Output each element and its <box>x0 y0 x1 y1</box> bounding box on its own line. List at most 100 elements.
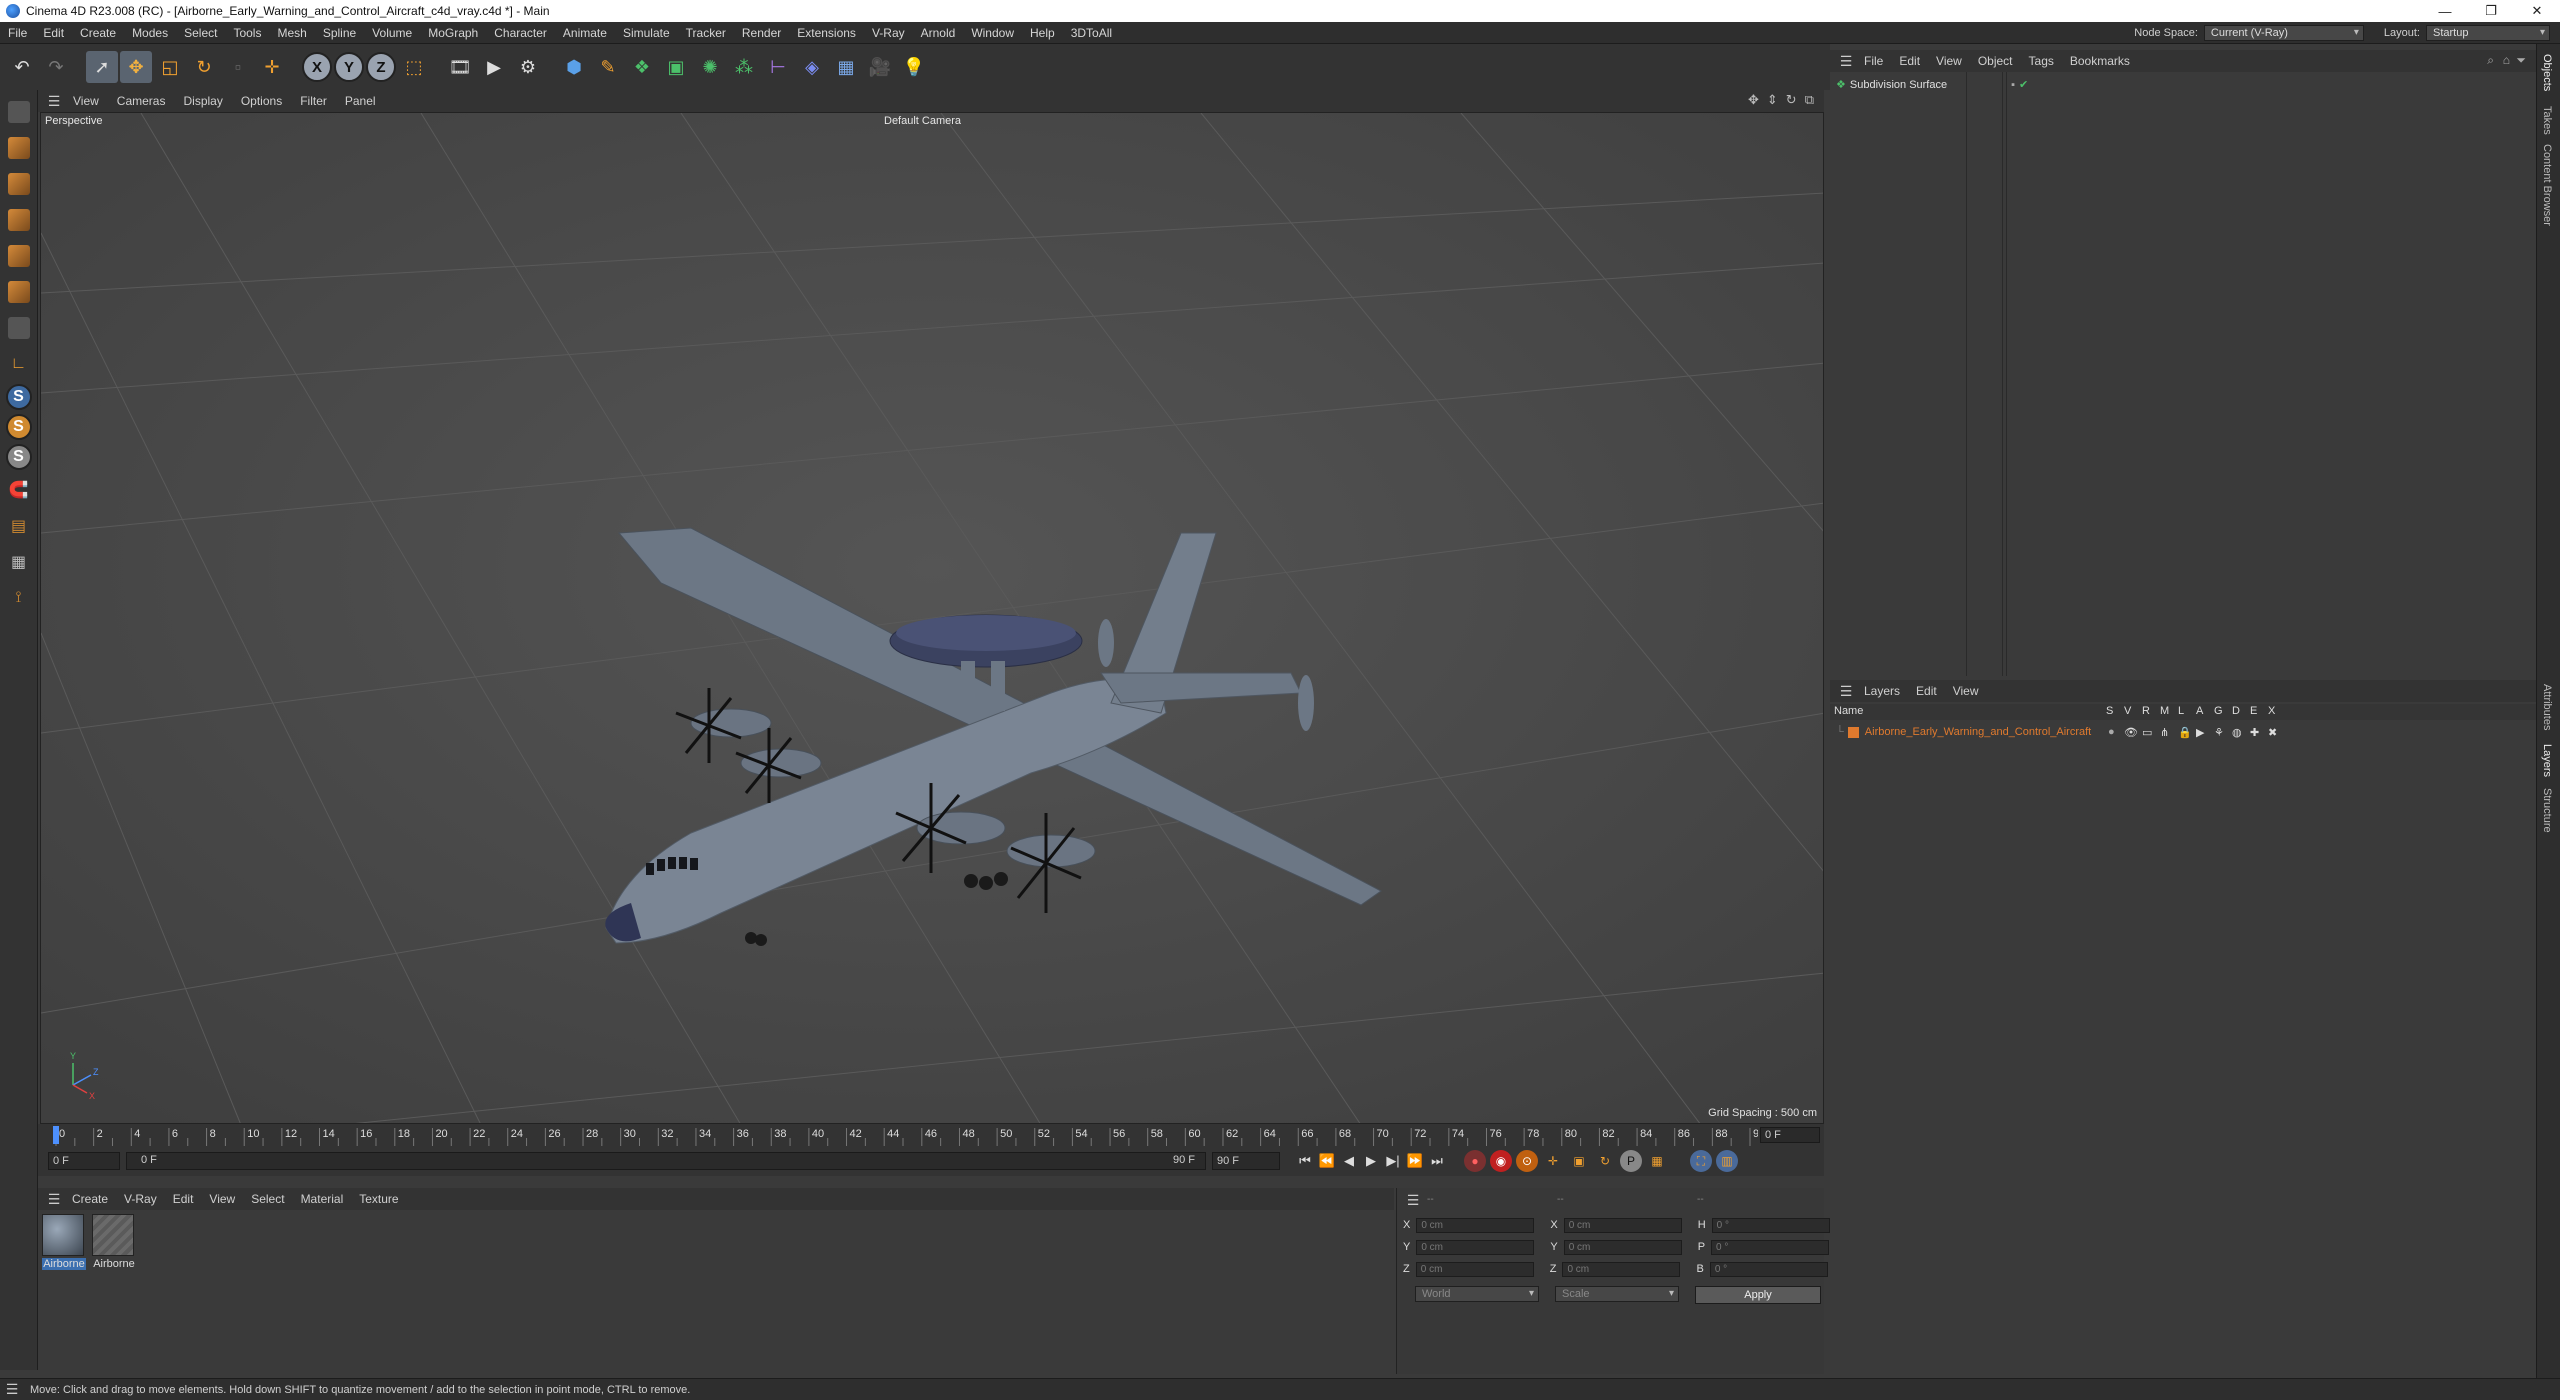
material-menu-material[interactable]: Material <box>293 1192 352 1206</box>
menu-spline[interactable]: Spline <box>315 22 364 44</box>
menu-select[interactable]: Select <box>176 22 225 44</box>
undo-icon[interactable]: ↶ <box>6 51 38 83</box>
layer-locked-icon[interactable]: 🔒 <box>2178 726 2192 739</box>
menu-create[interactable]: Create <box>72 22 124 44</box>
material-menu-view[interactable]: View <box>201 1192 243 1206</box>
close-button[interactable]: ✕ <box>2514 0 2560 22</box>
cloner-icon[interactable]: ✺ <box>694 51 726 83</box>
autokey-icon[interactable]: ◉ <box>1490 1150 1512 1172</box>
orbit-icon[interactable]: ↻ <box>1786 92 1797 108</box>
pos-x-field[interactable]: 0 cm <box>1416 1217 1535 1233</box>
workplane-icon[interactable]: ∟ <box>4 348 34 380</box>
recent-tool-icon[interactable]: ▫ <box>222 51 254 83</box>
magnet-icon[interactable]: 🧲 <box>4 474 34 506</box>
coordinate-space-dropdown[interactable]: World <box>1415 1286 1539 1302</box>
mograph-icon[interactable]: ⁂ <box>728 51 760 83</box>
size-x-field[interactable]: 0 cm <box>1563 1217 1682 1233</box>
pan-icon[interactable]: ✥ <box>1748 92 1759 108</box>
size-z-field[interactable]: 0 cm <box>1562 1261 1681 1277</box>
layer-generators-icon[interactable]: ⚘ <box>2214 726 2224 739</box>
y-axis-lock-icon[interactable]: Y <box>334 52 364 82</box>
menu-volume[interactable]: Volume <box>364 22 420 44</box>
scale-key-icon[interactable]: ▣ <box>1568 1150 1590 1172</box>
object-menu-tags[interactable]: Tags <box>2021 54 2062 68</box>
next-keyframe-icon[interactable]: ⏩ <box>1404 1150 1426 1172</box>
texture-mode-icon[interactable] <box>7 173 30 195</box>
object-menu-edit[interactable]: Edit <box>1891 54 1928 68</box>
previous-keyframe-icon[interactable]: ⏪ <box>1316 1150 1338 1172</box>
solo-off-icon[interactable]: S <box>5 444 32 470</box>
menu-3dtoall[interactable]: 3DToAll <box>1063 22 1120 44</box>
cube-primitive-icon[interactable]: ⬢ <box>558 51 590 83</box>
rot-h-field[interactable]: 0 ° <box>1711 1217 1830 1233</box>
coordinate-system-icon[interactable]: ⬚ <box>398 51 430 83</box>
rot-p-field[interactable]: 0 ° <box>1711 1239 1830 1255</box>
rotate-tool-icon[interactable]: ↻ <box>188 51 220 83</box>
layer-row[interactable]: └ Airborne_Early_Warning_and_Control_Air… <box>1830 724 2536 740</box>
end-frame-field[interactable]: 90 F <box>1212 1152 1280 1170</box>
tab-layers[interactable]: Layers <box>2541 744 2553 777</box>
tab-structure[interactable]: Structure <box>2541 788 2553 833</box>
coordinate-mode-dropdown[interactable]: Scale <box>1555 1286 1679 1302</box>
menu-mesh[interactable]: Mesh <box>269 22 314 44</box>
pla-key-icon[interactable]: ▦ <box>1646 1150 1668 1172</box>
grid-snap-icon[interactable]: ▦ <box>4 546 34 578</box>
menu-extensions[interactable]: Extensions <box>789 22 864 44</box>
object-menu-bookmarks[interactable]: Bookmarks <box>2062 54 2138 68</box>
layer-view-icon[interactable]: 👁 <box>2124 726 2138 739</box>
frame-range-slider[interactable]: 0 F 90 F <box>126 1152 1206 1170</box>
layout-dropdown[interactable]: Startup <box>2426 25 2550 41</box>
go-to-start-icon[interactable]: ⏮ <box>1294 1150 1316 1172</box>
viewport-menu-cameras[interactable]: Cameras <box>108 94 175 108</box>
perspective-viewport[interactable]: Y Z X Perspective Default Camera Grid Sp… <box>40 112 1824 1124</box>
layers-menu-view[interactable]: View <box>1945 684 1987 698</box>
scale-tool-icon[interactable]: ◱ <box>154 51 186 83</box>
menu-help[interactable]: Help <box>1022 22 1063 44</box>
material-menu-vray[interactable]: V-Ray <box>116 1192 165 1206</box>
layer-solo-icon[interactable]: ● <box>2108 726 2115 738</box>
object-menu-object[interactable]: Object <box>1970 54 2021 68</box>
timeline-ruler[interactable]: 0 2 4 6 8 10 12 14 16 18 20 22 24 26 28 30 32 34 36 38 40 42 4… <box>38 1124 1824 1146</box>
menu-mograph[interactable]: MoGraph <box>420 22 486 44</box>
coordinates-menu-icon[interactable]: ☰ <box>1403 1192 1423 1209</box>
dolly-icon[interactable]: ⇕ <box>1767 92 1778 108</box>
pen-spline-icon[interactable]: ✎ <box>592 51 624 83</box>
maximize-icon[interactable]: ⧉ <box>1805 92 1814 108</box>
object-search-icon[interactable]: ⌕ <box>2487 53 2494 68</box>
keyframe-selection-icon[interactable]: ⊙ <box>1516 1150 1538 1172</box>
previous-frame-icon[interactable]: ◀ <box>1338 1150 1360 1172</box>
model-mode-icon[interactable] <box>7 137 30 159</box>
pos-z-field[interactable]: 0 cm <box>1415 1261 1534 1277</box>
parameter-key-icon[interactable]: P <box>1620 1150 1642 1172</box>
start-frame-field[interactable]: 0 F <box>48 1152 120 1170</box>
viewport-menu-options[interactable]: Options <box>232 94 291 108</box>
viewport-menu-view[interactable]: View <box>64 94 108 108</box>
uv-mode-icon[interactable] <box>7 317 30 339</box>
layer-expressions-icon[interactable]: ✚ <box>2250 726 2259 739</box>
menu-vray[interactable]: V-Ray <box>864 22 913 44</box>
tab-takes[interactable]: Takes <box>2541 106 2553 135</box>
enabled-check-icon[interactable]: ✔ <box>2019 78 2028 91</box>
viewport-menu-filter[interactable]: Filter <box>291 94 336 108</box>
edges-mode-icon[interactable] <box>7 245 30 267</box>
menu-arnold[interactable]: Arnold <box>913 22 964 44</box>
layer-name[interactable]: Airborne_Early_Warning_and_Control_Aircr… <box>1865 726 2091 738</box>
apply-button[interactable]: Apply <box>1695 1286 1821 1304</box>
x-axis-lock-icon[interactable]: X <box>302 52 332 82</box>
layer-color-swatch[interactable] <box>1847 726 1859 738</box>
next-frame-icon[interactable]: ▶| <box>1382 1150 1404 1172</box>
object-home-icon[interactable]: ⌂ <box>2503 53 2510 67</box>
material-menu-icon[interactable]: ☰ <box>44 1191 64 1208</box>
layer-render-icon[interactable]: ▭ <box>2142 726 2152 739</box>
menu-tracker[interactable]: Tracker <box>678 22 734 44</box>
menu-window[interactable]: Window <box>963 22 1022 44</box>
layers-menu-icon[interactable]: ☰ <box>1836 683 1856 700</box>
node-space-dropdown[interactable]: Current (V-Ray) <box>2203 25 2364 41</box>
object-filter-icon[interactable]: ⏷ <box>2516 53 2526 68</box>
viewport-menu-display[interactable]: Display <box>174 94 231 108</box>
move-tool-icon[interactable]: ✥ <box>120 51 152 83</box>
position-key-icon[interactable]: ✛ <box>1542 1150 1564 1172</box>
menu-character[interactable]: Character <box>486 22 555 44</box>
menu-simulate[interactable]: Simulate <box>615 22 678 44</box>
layer-animation-icon[interactable]: ▶ <box>2196 726 2204 739</box>
